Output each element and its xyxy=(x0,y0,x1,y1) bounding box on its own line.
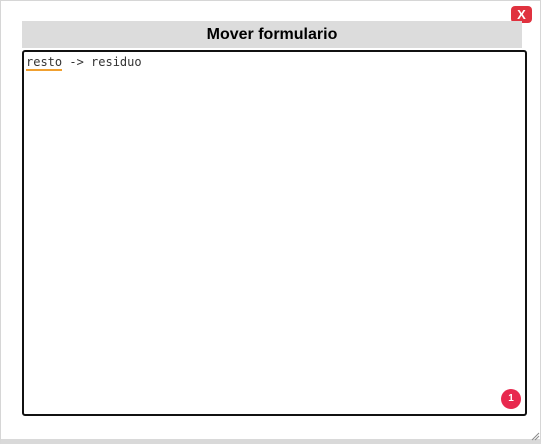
dialog-title: Mover formulario xyxy=(206,26,338,43)
resize-grip-icon[interactable] xyxy=(530,428,540,441)
error-count-badge[interactable]: 1 xyxy=(501,389,521,409)
move-form-dialog: X Mover formulario resto -> residuo 1 xyxy=(0,0,541,444)
text-editor[interactable]: resto -> residuo 1 xyxy=(22,50,527,416)
misspelled-word[interactable]: resto xyxy=(26,55,63,71)
editor-line-text: -> residuo xyxy=(62,55,142,69)
dialog-title-bar: Mover formulario xyxy=(22,21,522,48)
editor-line: resto -> residuo xyxy=(26,55,142,71)
